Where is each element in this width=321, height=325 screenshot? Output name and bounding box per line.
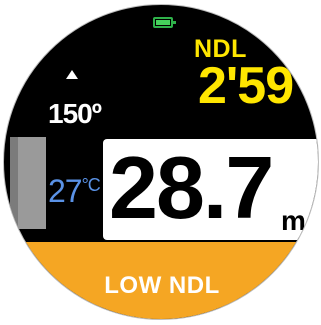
alert-banner: LOW NDL xyxy=(4,242,318,319)
depth-unit: m xyxy=(281,205,306,236)
temperature-unit: °C xyxy=(81,175,101,195)
battery-tip xyxy=(173,21,176,24)
heading-up-arrow-icon xyxy=(66,70,78,79)
dive-computer-screen: NDL 2'59 150º 27°C 28.7 m LOW NDL xyxy=(3,4,319,320)
battery-fill xyxy=(156,20,170,25)
depth-value: 28.7 xyxy=(109,138,274,237)
temperature-value: 27 xyxy=(48,173,83,209)
ascent-rate-gauge xyxy=(10,137,46,229)
battery-icon xyxy=(153,17,176,28)
depth-panel: 28.7 m xyxy=(103,138,318,240)
alert-text: LOW NDL xyxy=(104,272,220,299)
ndl-value: 2'59 xyxy=(198,57,294,115)
compass-heading: 150º xyxy=(48,98,102,129)
water-temperature: 27°C xyxy=(48,173,101,210)
